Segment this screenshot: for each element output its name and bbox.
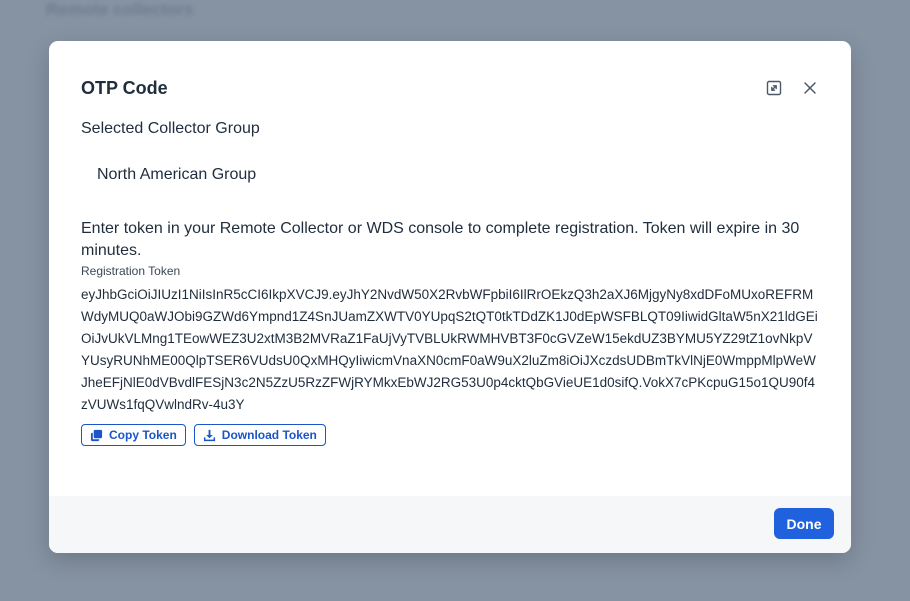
download-token-button[interactable]: Download Token [193, 424, 326, 446]
selected-group-label: Selected Collector Group [81, 120, 260, 137]
otp-code-dialog: OTP Code Selected Collector Group North … [49, 41, 851, 553]
background-page-title: Remote collectors [46, 0, 194, 19]
selected-group-value: North American Group [97, 166, 257, 183]
close-button[interactable] [801, 79, 819, 97]
dialog-title: OTP Code [81, 78, 168, 98]
token-instructions: Enter token in your Remote Collector or … [81, 220, 800, 259]
dialog-header: OTP Code [81, 75, 819, 101]
registration-token-label: Registration Token [81, 264, 181, 278]
copy-token-label: Copy Token [109, 428, 177, 442]
expand-button[interactable] [765, 79, 783, 97]
registration-token-value: eyJhbGciOiJIUzI1NiIsInR5cCI6IkpXVCJ9.eyJ… [81, 287, 818, 412]
copy-icon [90, 429, 103, 441]
close-icon [804, 82, 816, 94]
download-token-label: Download Token [221, 428, 317, 442]
download-icon [203, 429, 215, 441]
done-button[interactable]: Done [774, 508, 834, 539]
copy-token-button[interactable]: Copy Token [81, 424, 186, 446]
dialog-footer: Done [49, 496, 851, 553]
expand-icon [766, 80, 782, 96]
token-actions: Copy Token Download Token [81, 424, 326, 446]
